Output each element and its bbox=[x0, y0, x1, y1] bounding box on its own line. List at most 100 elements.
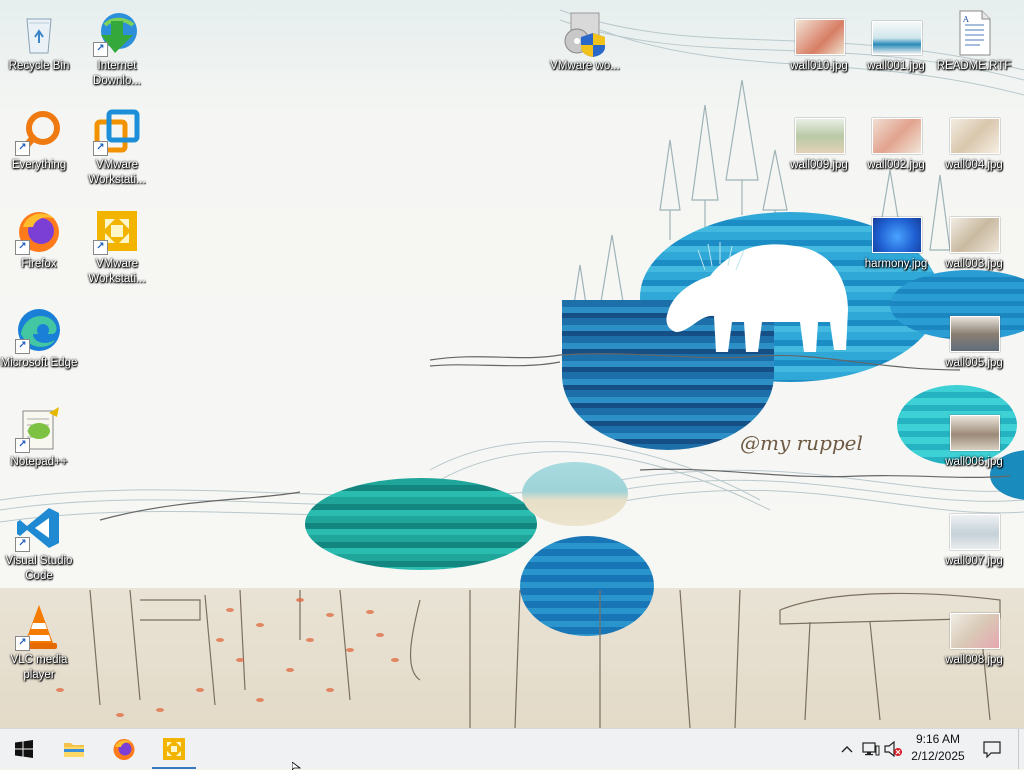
clock-date: 2/12/2025 bbox=[911, 749, 965, 763]
network-status-button[interactable] bbox=[860, 729, 882, 769]
shortcut-arrow-icon: ↗ bbox=[93, 141, 108, 156]
taskbar-clock[interactable]: 9:16 AM 2/12/2025 bbox=[906, 731, 970, 765]
shortcut-arrow-icon: ↗ bbox=[15, 438, 30, 453]
desktop-icon-label: VLC media player bbox=[10, 654, 68, 681]
image-file-icon bbox=[950, 207, 1000, 255]
shortcut-arrow-icon: ↗ bbox=[93, 42, 108, 57]
desktop-icon-wall005[interactable]: wall005.jpg bbox=[933, 300, 1015, 398]
desktop-icon-label: harmony.jpg bbox=[864, 258, 928, 270]
image-file-icon bbox=[872, 108, 922, 156]
action-center-icon bbox=[983, 741, 1001, 758]
desktop-icon-vmware-workstation-player[interactable]: ↗ VMware Workstati... bbox=[76, 201, 158, 299]
desktop-icon-wall006[interactable]: wall006.jpg bbox=[933, 399, 1015, 497]
desktop-icon-firefox[interactable]: ↗ Firefox bbox=[0, 201, 80, 299]
taskbar-firefox[interactable] bbox=[100, 729, 148, 769]
desktop-icon-everything[interactable]: ↗ Everything bbox=[0, 102, 80, 200]
image-file-icon bbox=[795, 108, 845, 156]
desktop-icon-label: Firefox bbox=[21, 258, 57, 270]
image-file-icon bbox=[950, 504, 1000, 552]
desktop-icon-wall010[interactable]: wall010.jpg bbox=[778, 3, 860, 101]
desktop-icon-readme-rtf[interactable]: A README.RTF bbox=[933, 3, 1015, 101]
svg-text:A: A bbox=[962, 15, 969, 24]
desktop-icon-label: wall007.jpg bbox=[945, 555, 1003, 567]
taskbar-vmware[interactable] bbox=[150, 729, 198, 769]
vmware-icon: ↗ bbox=[93, 207, 141, 255]
shortcut-arrow-icon: ↗ bbox=[93, 240, 108, 255]
desktop-icon-label: Notepad++ bbox=[10, 456, 68, 468]
desktop-icon-label: Microsoft Edge bbox=[0, 357, 78, 369]
firefox-icon bbox=[113, 739, 135, 760]
image-file-icon bbox=[950, 108, 1000, 156]
desktop-icon-label: VMware Workstati... bbox=[88, 258, 146, 285]
desktop-icon-visual-studio-code[interactable]: ↗ Visual Studio Code bbox=[0, 498, 80, 596]
volume-button[interactable] bbox=[882, 729, 904, 769]
volume-muted-icon bbox=[884, 741, 902, 757]
show-hidden-icons-button[interactable] bbox=[837, 729, 857, 769]
desktop-icon-wall004[interactable]: wall004.jpg bbox=[933, 102, 1015, 200]
vlc-cone-icon: ↗ bbox=[15, 603, 63, 651]
magnifier-icon: ↗ bbox=[15, 108, 63, 156]
desktop-icon-notepad-plus-plus[interactable]: ↗ Notepad++ bbox=[0, 399, 80, 497]
desktop-icon-wall003[interactable]: wall003.jpg bbox=[933, 201, 1015, 299]
shortcut-arrow-icon: ↗ bbox=[15, 240, 30, 255]
image-file-icon bbox=[950, 306, 1000, 354]
desktop-icon-label: Internet Downlo... bbox=[93, 60, 141, 87]
desktop-icon-label: wall009.jpg bbox=[790, 159, 848, 171]
action-center-button[interactable] bbox=[978, 729, 1006, 769]
internet-download-manager-icon: ↗ bbox=[93, 9, 141, 57]
desktop-icon-wall008[interactable]: wall008.jpg bbox=[933, 597, 1015, 695]
desktop-icon-label: wall005.jpg bbox=[945, 357, 1003, 369]
desktop-icon-label: wall001.jpg bbox=[867, 60, 925, 72]
desktop-icon-vmware-workstation[interactable]: ↗ VMware Workstati... bbox=[76, 102, 158, 200]
desktop-icon-label: wall006.jpg bbox=[945, 456, 1003, 468]
start-button[interactable] bbox=[0, 729, 48, 769]
notepad-plus-plus-icon: ↗ bbox=[15, 405, 63, 453]
desktop-icon-vlc-media-player[interactable]: ↗ VLC media player bbox=[0, 597, 80, 695]
shortcut-arrow-icon: ↗ bbox=[15, 537, 30, 552]
desktop-icon-label: Visual Studio Code bbox=[5, 555, 73, 582]
vmware-icon bbox=[163, 738, 185, 760]
firefox-icon: ↗ bbox=[15, 207, 63, 255]
image-file-icon bbox=[950, 603, 1000, 651]
desktop-icon-label: Everything bbox=[11, 159, 67, 171]
shortcut-arrow-icon: ↗ bbox=[15, 339, 30, 354]
desktop-icon-wall001[interactable]: wall001.jpg bbox=[855, 3, 937, 101]
shortcut-arrow-icon: ↗ bbox=[15, 141, 30, 156]
folder-icon bbox=[64, 743, 84, 757]
installer-shield-icon bbox=[561, 9, 609, 57]
desktop-icon-label: VMware Workstati... bbox=[88, 159, 146, 186]
mouse-cursor-icon bbox=[292, 762, 302, 770]
image-file-icon bbox=[795, 9, 845, 57]
desktop-icon-label: wall010.jpg bbox=[790, 60, 848, 72]
desktop-icon-label: VMware wo... bbox=[550, 60, 620, 72]
desktop-icon-wall002[interactable]: wall002.jpg bbox=[855, 102, 937, 200]
desktop-icon-label: wall008.jpg bbox=[945, 654, 1003, 666]
desktop-icon-wall007[interactable]: wall007.jpg bbox=[933, 498, 1015, 596]
desktop-icon-label: wall004.jpg bbox=[945, 159, 1003, 171]
taskbar: 9:16 AM 2/12/2025 bbox=[0, 728, 1024, 770]
desktop-icon-internet-download-manager[interactable]: ↗ Internet Downlo... bbox=[76, 3, 158, 101]
desktop-icon-harmony[interactable]: harmony.jpg bbox=[855, 201, 937, 299]
document-icon: A bbox=[950, 9, 998, 57]
image-file-icon bbox=[872, 207, 922, 255]
recycle-bin-icon bbox=[15, 9, 63, 57]
image-file-icon bbox=[950, 405, 1000, 453]
desktop-icon-vmware-installer[interactable]: VMware wo... bbox=[544, 3, 626, 101]
shortcut-arrow-icon: ↗ bbox=[15, 636, 30, 651]
chevron-up-icon bbox=[841, 746, 853, 753]
clock-time: 9:16 AM bbox=[915, 732, 961, 746]
desktop-icon-recycle-bin[interactable]: Recycle Bin bbox=[0, 3, 80, 101]
edge-icon: ↗ bbox=[15, 306, 63, 354]
vscode-icon: ↗ bbox=[15, 504, 63, 552]
desktop-icon-wall009[interactable]: wall009.jpg bbox=[778, 102, 860, 200]
desktop-icon-label: wall002.jpg bbox=[867, 159, 925, 171]
taskbar-file-explorer[interactable] bbox=[50, 729, 98, 769]
desktop-icon-label: Recycle Bin bbox=[8, 60, 70, 72]
windows-logo-icon bbox=[15, 740, 33, 758]
desktop-icon-label: wall003.jpg bbox=[945, 258, 1003, 270]
desktop-icon-microsoft-edge[interactable]: ↗ Microsoft Edge bbox=[0, 300, 80, 398]
desktop-icon-label: README.RTF bbox=[936, 60, 1012, 72]
show-desktop-button[interactable] bbox=[1018, 729, 1024, 769]
network-icon bbox=[862, 742, 880, 756]
image-file-icon bbox=[872, 9, 922, 57]
